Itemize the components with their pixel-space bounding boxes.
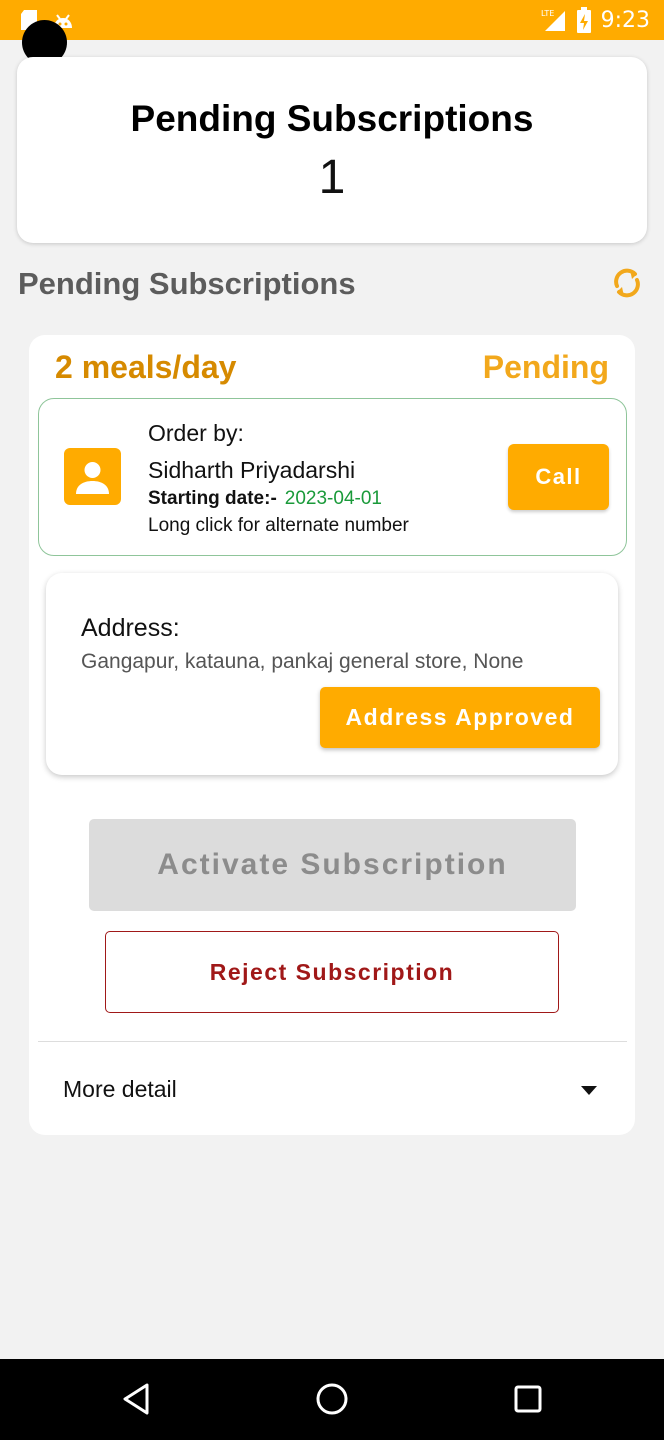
- customer-name: Sidharth Priyadarshi: [148, 457, 356, 483]
- alternate-number-hint: Long click for alternate number: [148, 515, 409, 536]
- activate-subscription-button[interactable]: Activate Subscription: [89, 819, 576, 911]
- address-approved-button[interactable]: Address Approved: [320, 687, 600, 748]
- status-badge: Pending: [482, 349, 609, 385]
- lte-signal-icon: LTE: [541, 9, 565, 31]
- more-detail-toggle[interactable]: More detail: [38, 1048, 627, 1132]
- summary-count: 1: [318, 151, 346, 204]
- more-detail-label: More detail: [63, 1076, 177, 1102]
- chevron-down-icon: [581, 1086, 597, 1095]
- status-time: 9:23: [600, 7, 650, 33]
- starting-date-label: Starting date:-: [148, 488, 277, 509]
- order-by-label: Order by:: [148, 420, 244, 446]
- address-label: Address:: [81, 614, 180, 642]
- starting-date-row: Starting date:- 2023-04-01: [148, 488, 382, 510]
- home-icon[interactable]: [315, 1382, 349, 1416]
- address-text: Gangapur, katauna, pankaj general store,…: [81, 650, 524, 673]
- lte-label: LTE: [541, 9, 554, 18]
- recents-icon[interactable]: [513, 1384, 543, 1414]
- person-avatar-icon: [64, 448, 121, 505]
- refresh-icon[interactable]: [608, 264, 646, 302]
- battery-charging-icon: [576, 7, 591, 33]
- divider: [38, 1041, 627, 1042]
- section-heading: Pending Subscriptions: [18, 266, 356, 301]
- starting-date-value: 2023-04-01: [284, 488, 382, 509]
- call-button[interactable]: Call: [508, 444, 609, 510]
- back-icon[interactable]: [120, 1382, 152, 1416]
- summary-title: Pending Subscriptions: [130, 98, 534, 139]
- status-bar: LTE 9:23: [0, 0, 664, 40]
- plan-name: 2 meals/day: [55, 349, 237, 385]
- status-right-icons: LTE 9:23: [539, 7, 650, 33]
- reject-subscription-button[interactable]: Reject Subscription: [105, 931, 559, 1013]
